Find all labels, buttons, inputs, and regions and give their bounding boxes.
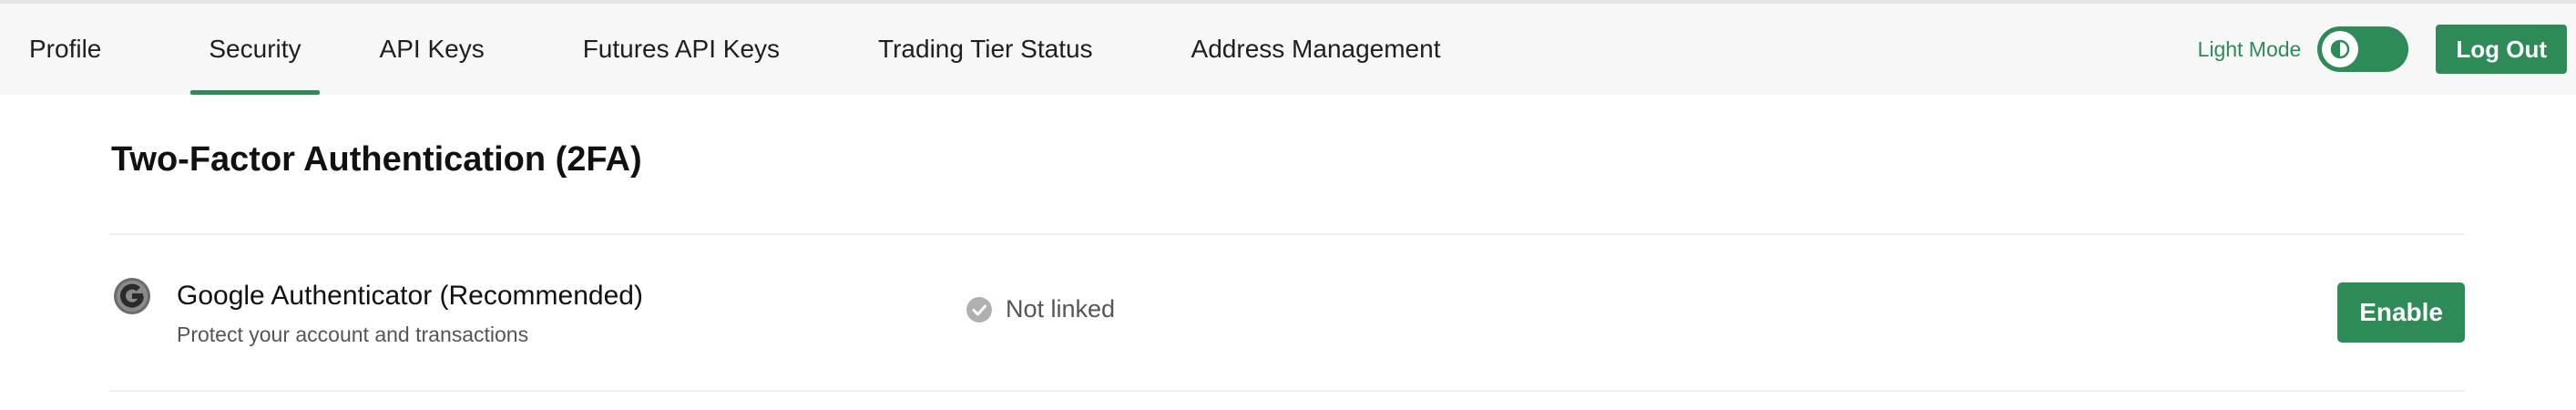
- logout-button[interactable]: Log Out: [2436, 25, 2567, 74]
- settings-tabs: Profile Security API Keys Futures API Ke…: [0, 4, 1440, 95]
- contrast-icon: [2331, 39, 2350, 59]
- tab-address-management[interactable]: Address Management: [1191, 4, 1441, 95]
- tab-security[interactable]: Security: [190, 4, 320, 95]
- enable-button[interactable]: Enable: [2337, 282, 2465, 343]
- theme-toggle[interactable]: [2317, 26, 2409, 72]
- section-title: Two-Factor Authentication (2FA): [111, 140, 642, 179]
- tab-profile[interactable]: Profile: [29, 4, 101, 95]
- tab-trading-tier-status[interactable]: Trading Tier Status: [878, 4, 1093, 95]
- header-controls: Light Mode Log Out: [2198, 4, 2576, 95]
- tab-api-keys[interactable]: API Keys: [380, 4, 485, 95]
- link-status: Not linked: [966, 295, 1115, 323]
- method-title: Google Authenticator (Recommended): [177, 281, 643, 311]
- 2fa-method-row: Google Authenticator (Recommended) Prote…: [109, 235, 2465, 390]
- row-divider: [109, 390, 2465, 392]
- status-text: Not linked: [1006, 295, 1116, 323]
- google-authenticator-icon: [114, 278, 150, 314]
- method-subtitle: Protect your account and transactions: [177, 323, 529, 346]
- toggle-knob: [2322, 31, 2359, 67]
- tab-futures-api-keys[interactable]: Futures API Keys: [583, 4, 780, 95]
- check-circle-icon: [966, 296, 992, 323]
- top-navigation-bar: Profile Security API Keys Futures API Ke…: [0, 0, 2576, 95]
- theme-mode-label: Light Mode: [2197, 36, 2302, 61]
